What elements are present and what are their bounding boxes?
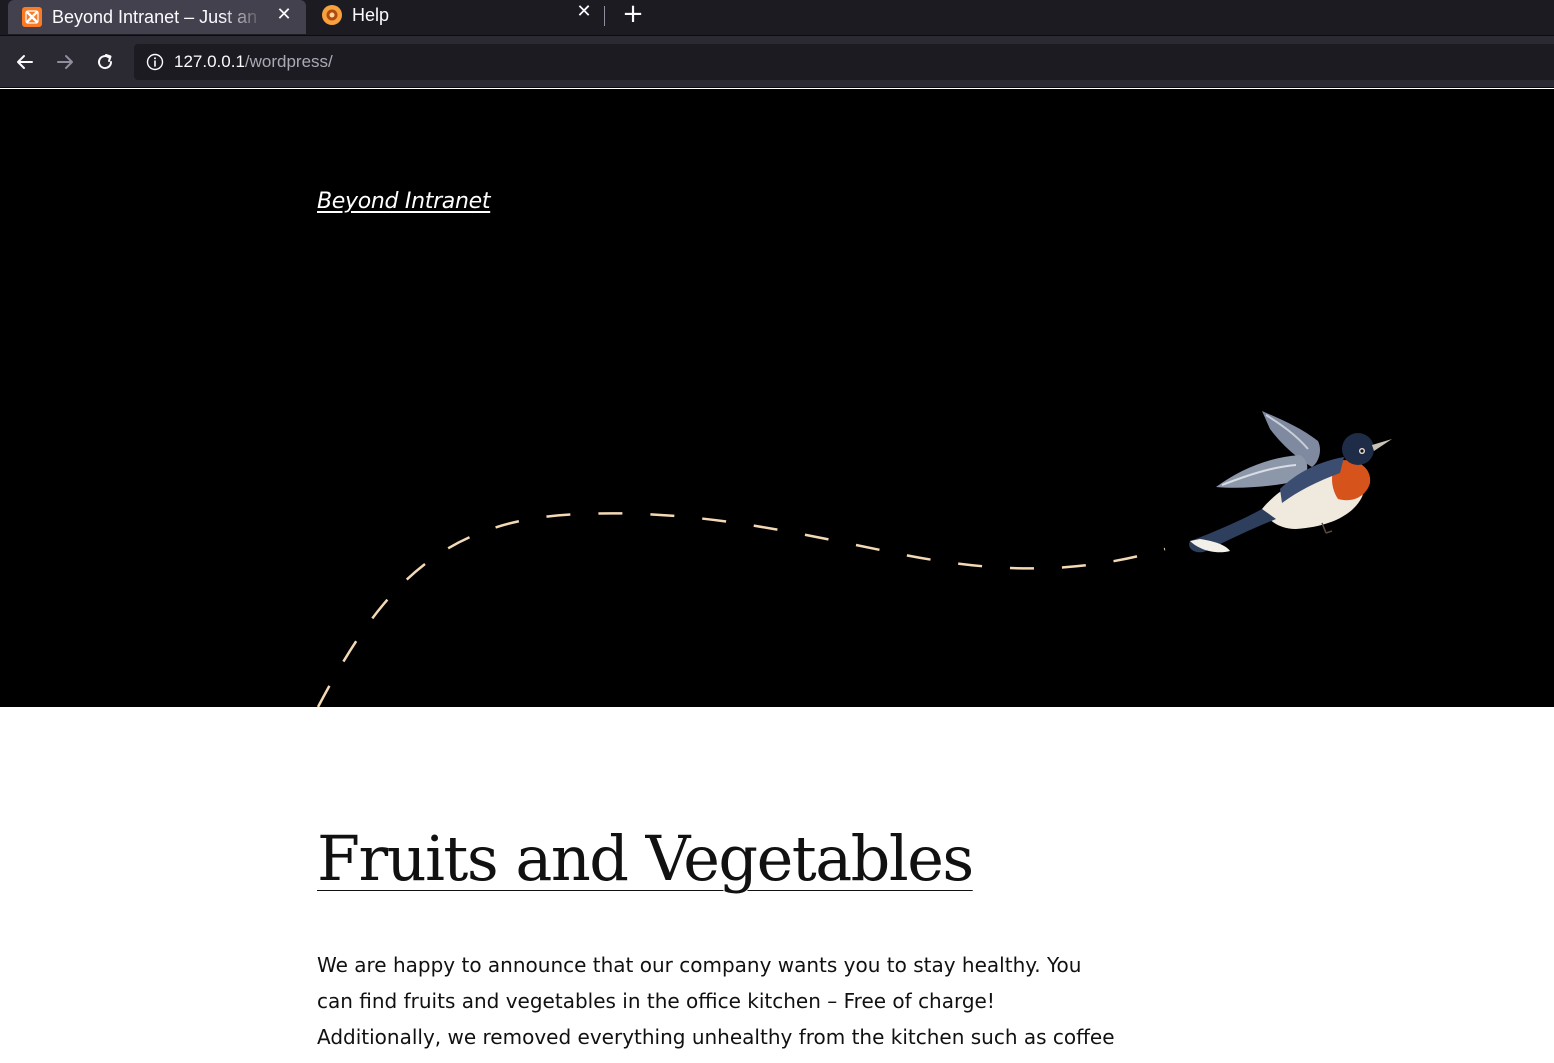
reload-button[interactable]: [91, 48, 119, 76]
help-icon: [322, 5, 342, 25]
address-bar[interactable]: 127.0.0.1/wordpress/: [134, 44, 1554, 80]
site-header: Beyond Intranet: [0, 89, 1554, 707]
tab-help[interactable]: Help ✕: [308, 0, 604, 30]
post-title-link[interactable]: Fruits and Vegetables: [317, 821, 974, 897]
tab-separator: [604, 6, 605, 26]
tab-label: Help: [352, 4, 390, 25]
bird-illustration: [1189, 411, 1392, 553]
site-title-link[interactable]: Beyond Intranet: [317, 189, 491, 214]
url-host: 127.0.0.1: [174, 52, 245, 71]
tab-strip: Beyond Intranet – Just an ✕ Help ✕ +: [0, 0, 1554, 36]
flight-path-line: [316, 512, 1166, 707]
tab-beyond-intranet[interactable]: Beyond Intranet – Just an ✕: [8, 0, 306, 34]
close-icon[interactable]: ✕: [274, 4, 294, 25]
forward-button[interactable]: [51, 48, 79, 76]
navigation-toolbar: 127.0.0.1/wordpress/: [0, 36, 1554, 88]
close-icon[interactable]: ✕: [574, 1, 594, 22]
tab-label: Beyond Intranet – Just an: [52, 6, 258, 27]
info-icon[interactable]: [146, 53, 164, 71]
flight-path-illustration: [316, 411, 1392, 707]
url-text[interactable]: 127.0.0.1/wordpress/: [174, 52, 333, 72]
new-tab-button[interactable]: +: [620, 1, 646, 28]
xampp-icon: [22, 7, 42, 27]
post-excerpt: We are happy to announce that our compan…: [317, 953, 1115, 1063]
arrow-left-icon: [17, 55, 33, 69]
back-button[interactable]: [11, 48, 39, 76]
url-path: /wordpress/: [244, 52, 333, 71]
arrow-right-icon: [57, 55, 73, 69]
reload-icon: [98, 54, 113, 70]
